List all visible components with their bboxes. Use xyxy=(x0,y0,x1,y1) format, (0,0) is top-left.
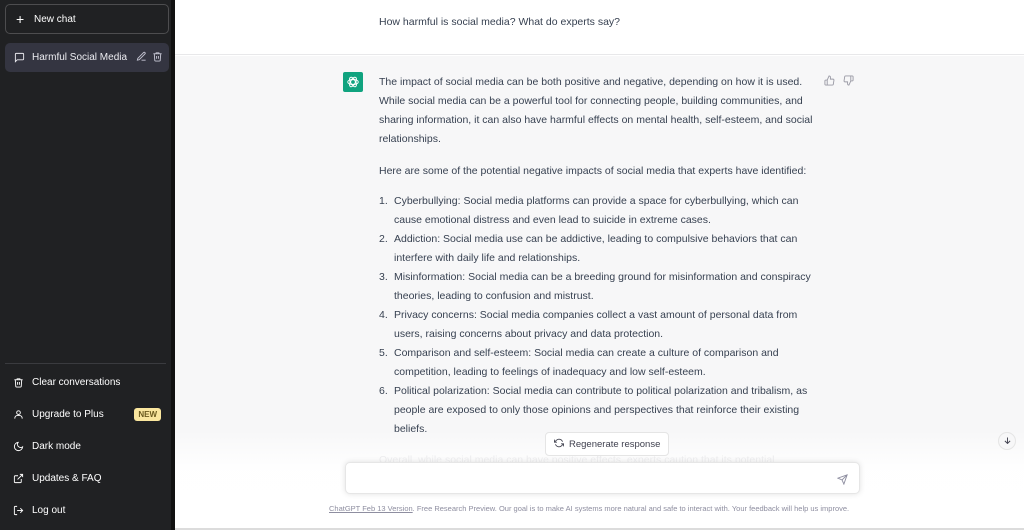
dark-mode-button[interactable]: Dark mode xyxy=(5,430,169,462)
list-item: 5. Comparison and self-esteem: Social med… xyxy=(379,347,779,378)
conversation-title: Harmful Social Media xyxy=(32,52,128,63)
list-item: 1. Cyberbullying: Social media platforms … xyxy=(379,195,799,226)
answer-intro: The impact of social media can be both p… xyxy=(379,76,813,145)
external-link-icon xyxy=(13,473,32,484)
new-chat-label: New chat xyxy=(34,13,76,25)
list-item: 4. Privacy concerns: Social media compani… xyxy=(379,309,798,340)
upgrade-to-plus-label: Upgrade to Plus xyxy=(32,408,104,420)
answer-lead: Here are some of the potential negative … xyxy=(379,165,807,177)
updates-faq-label: Updates & FAQ xyxy=(32,472,102,484)
new-badge: NEW xyxy=(134,407,161,421)
chatgpt-logo-icon xyxy=(343,72,363,92)
clear-conversations-label: Clear conversations xyxy=(32,376,121,388)
upgrade-to-plus-button[interactable]: Upgrade to Plus NEW xyxy=(5,398,169,430)
user-message-row: How harmful is social media? What do exp… xyxy=(175,0,1024,55)
log-out-label: Log out xyxy=(32,504,66,516)
logout-icon xyxy=(13,505,32,516)
version-link[interactable]: ChatGPT Feb 13 Version xyxy=(329,504,413,513)
scroll-to-bottom-button[interactable] xyxy=(998,432,1016,450)
message-input[interactable] xyxy=(356,471,816,487)
arrow-down-icon xyxy=(1003,432,1012,450)
log-out-button[interactable]: Log out xyxy=(5,494,169,526)
edit-icon[interactable] xyxy=(136,51,147,65)
regenerate-response-button[interactable]: Regenerate response xyxy=(545,432,670,456)
regenerate-label: Regenerate response xyxy=(569,438,661,450)
user-message: How harmful is social media? What do exp… xyxy=(379,16,621,28)
conversation-item[interactable]: Harmful Social Media xyxy=(5,43,169,72)
new-chat-button[interactable]: + New chat xyxy=(5,4,169,34)
updates-faq-link[interactable]: Updates & FAQ xyxy=(5,462,169,494)
feedback-buttons xyxy=(824,73,854,91)
sidebar-divider xyxy=(5,363,166,364)
refresh-icon xyxy=(554,438,564,451)
footer-disclaimer: ChatGPT Feb 13 Version. Free Research Pr… xyxy=(329,504,849,513)
list-item: 3. Misinformation: Social media can be a … xyxy=(379,271,811,302)
footer-text: . Free Research Preview. Our goal is to … xyxy=(412,504,850,513)
send-icon xyxy=(836,473,848,485)
sidebar: + New chat Harmful Social Media Clear co… xyxy=(0,0,175,530)
impact-list: 1. Cyberbullying: Social media platforms … xyxy=(379,192,824,439)
assistant-message: The impact of social media can be both p… xyxy=(379,73,824,483)
chatgpt-app: + New chat Harmful Social Media Clear co… xyxy=(0,0,1024,530)
moon-icon xyxy=(13,441,32,452)
sidebar-menu: Clear conversations Upgrade to Plus NEW … xyxy=(5,366,169,526)
trash-icon xyxy=(13,377,32,388)
plus-icon: + xyxy=(16,11,25,27)
chat-bubble-icon xyxy=(14,52,32,63)
message-composer xyxy=(345,462,860,494)
chat-main: How harmful is social media? What do exp… xyxy=(175,0,1024,530)
list-item: 2. Addiction: Social media use can be add… xyxy=(379,233,798,264)
dark-mode-label: Dark mode xyxy=(32,440,81,452)
send-button[interactable] xyxy=(835,472,849,486)
clear-conversations-button[interactable]: Clear conversations xyxy=(5,366,169,398)
thumbs-down-icon[interactable] xyxy=(843,73,854,91)
user-icon xyxy=(13,409,32,420)
thumbs-up-icon[interactable] xyxy=(824,73,835,91)
delete-icon[interactable] xyxy=(152,51,163,65)
